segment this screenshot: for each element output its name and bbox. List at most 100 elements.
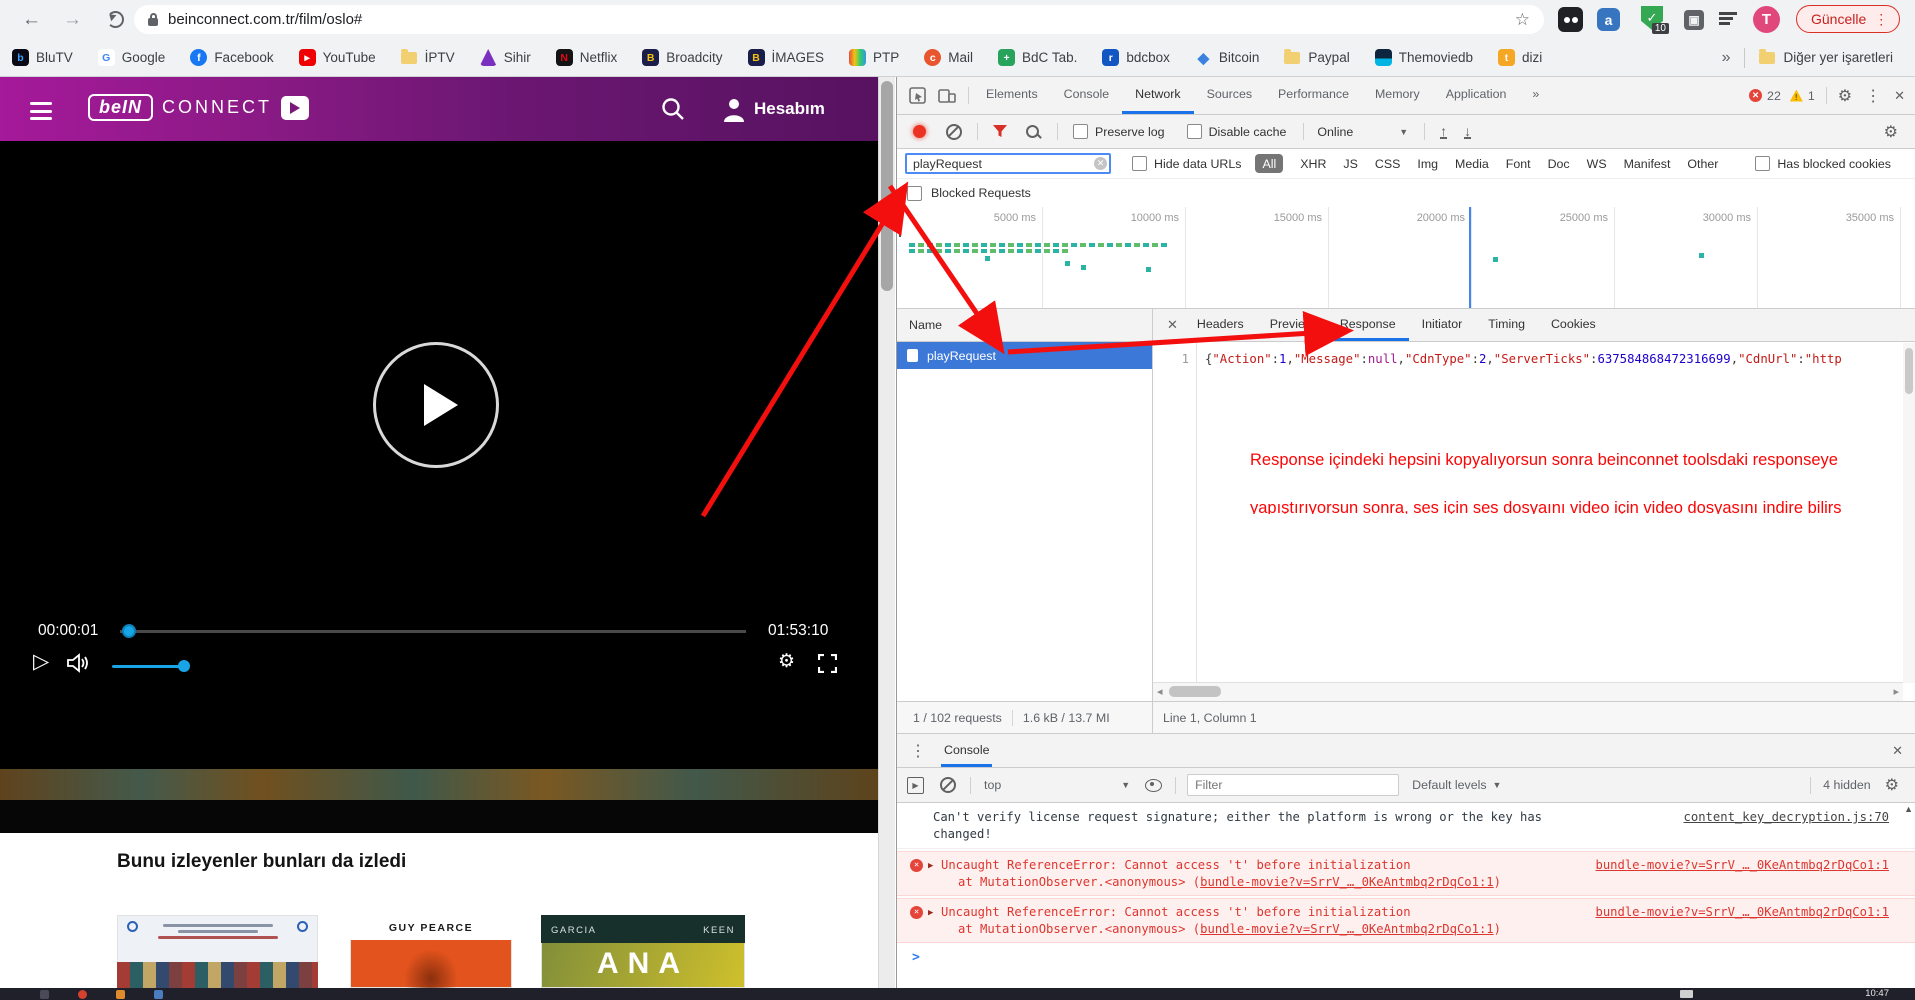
console-context-icon[interactable]: ▶ [907, 777, 924, 794]
play-control-icon[interactable]: ▷ [33, 649, 49, 674]
error-count[interactable]: 22 [1767, 89, 1781, 103]
bookmarks-overflow-icon[interactable]: » [1722, 49, 1731, 67]
clear-icon[interactable] [946, 124, 962, 140]
more-tabs-icon[interactable]: » [1519, 77, 1552, 114]
console-filter-input[interactable] [1187, 774, 1399, 796]
console-drawer-tab[interactable]: Console [941, 734, 992, 767]
update-chrome-button[interactable]: Güncelle ⋮ [1796, 5, 1900, 33]
bookmark-youtube[interactable]: ▸YouTube [299, 49, 376, 66]
type-filter-js[interactable]: JS [1343, 157, 1357, 171]
type-filter-manifest[interactable]: Manifest [1624, 157, 1671, 171]
puzzle-extensions-icon[interactable]: ▣ [1684, 10, 1704, 30]
detail-tab-cookies[interactable]: Cookies [1538, 309, 1609, 341]
lock-icon[interactable] [148, 18, 158, 26]
bookmark-sihir[interactable]: Sihir [480, 49, 531, 66]
bookmark-images[interactable]: BİMAGES [748, 49, 825, 66]
type-filter-other[interactable]: Other [1687, 157, 1718, 171]
response-vertical-scrollbar[interactable] [1903, 343, 1915, 683]
detail-tab-headers[interactable]: Headers [1184, 309, 1257, 341]
console-error-message[interactable]: ✕ ▶ bundle-movie?v=SrrV_…_0KeAntmbq2rDqC… [897, 898, 1915, 943]
related-poster-3[interactable]: GARCIA KEEN ANA [541, 915, 745, 988]
devtools-close-icon[interactable]: ✕ [1894, 88, 1905, 104]
bookmark-dizi[interactable]: tdizi [1498, 49, 1542, 66]
console-scroll-up-icon[interactable]: ▲ [1904, 804, 1913, 814]
taskbar-icon[interactable] [154, 990, 163, 999]
response-horizontal-scrollbar[interactable]: ◂ ▸ [1153, 682, 1903, 701]
video-settings-icon[interactable]: ⚙ [778, 650, 795, 673]
network-filter-input[interactable] [905, 153, 1111, 174]
expand-icon[interactable]: ▶ [928, 905, 933, 922]
network-settings-icon[interactable]: ⚙ [1884, 122, 1898, 142]
clear-filter-icon[interactable]: ✕ [1094, 157, 1107, 170]
inspect-element-icon[interactable] [909, 87, 926, 104]
type-filter-xhr[interactable]: XHR [1300, 157, 1326, 171]
bookmark-google[interactable]: GGoogle [98, 49, 166, 66]
account-label[interactable]: Hesabım [754, 99, 825, 119]
type-filter-ws[interactable]: WS [1587, 157, 1607, 171]
type-filter-font[interactable]: Font [1506, 157, 1531, 171]
tab-performance[interactable]: Performance [1265, 77, 1362, 114]
bookmark-mail[interactable]: cMail [924, 49, 973, 66]
menu-icon[interactable] [30, 102, 52, 120]
log-levels-select[interactable]: Default levels [1412, 778, 1486, 792]
export-har-icon[interactable]: ↓ [1464, 125, 1471, 139]
type-filter-media[interactable]: Media [1455, 157, 1489, 171]
bookmark-themoviedb[interactable]: Themoviedb [1375, 49, 1473, 66]
has-blocked-cookies-checkbox[interactable] [1755, 156, 1770, 171]
device-toolbar-icon[interactable] [938, 88, 956, 104]
playlist-extension-icon[interactable] [1719, 12, 1737, 26]
taskbar-icon[interactable] [78, 990, 87, 999]
preserve-log-checkbox[interactable] [1073, 124, 1088, 139]
console-close-icon[interactable]: ✕ [1892, 743, 1903, 759]
tab-elements[interactable]: Elements [973, 77, 1051, 114]
bookmark-broadcity[interactable]: BBroadcity [642, 49, 722, 66]
detail-tab-initiator[interactable]: Initiator [1409, 309, 1476, 341]
type-filter-css[interactable]: CSS [1375, 157, 1400, 171]
volume-slider[interactable] [112, 665, 184, 668]
volume-slider-knob[interactable] [178, 660, 190, 672]
bookmark-bitcoin[interactable]: ◆Bitcoin [1195, 49, 1260, 66]
import-har-icon[interactable]: ↑ [1440, 125, 1447, 139]
account-icon[interactable] [722, 96, 746, 122]
bookmark-bdcbox[interactable]: rbdcbox [1102, 49, 1170, 66]
throttling-select[interactable]: Online [1317, 125, 1353, 139]
drawer-menu-icon[interactable]: ⋮ [910, 741, 926, 761]
fullscreen-icon[interactable] [818, 654, 837, 673]
tab-memory[interactable]: Memory [1362, 77, 1433, 114]
throttling-dropdown-icon[interactable]: ▼ [1399, 127, 1408, 137]
tab-network[interactable]: Network [1122, 77, 1193, 114]
back-icon[interactable]: ← [22, 0, 41, 39]
name-column-header[interactable]: Name [897, 309, 1152, 342]
network-search-icon[interactable] [1026, 125, 1039, 138]
hide-data-urls-checkbox[interactable] [1132, 156, 1147, 171]
context-dropdown-icon[interactable]: ▼ [1121, 780, 1130, 790]
type-filter-all[interactable]: All [1255, 154, 1283, 173]
console-error-message[interactable]: ✕ ▶ bundle-movie?v=SrrV_…_0KeAntmbq2rDqC… [897, 851, 1915, 896]
stack-link[interactable]: bundle-movie?v=SrrV_…_0KeAntmbq2rDqCo1:1 [1200, 922, 1494, 936]
bein-connect-logo[interactable]: beIN CONNECT [88, 94, 309, 121]
console-log-message[interactable]: content_key_decryption.js:70 Can't verif… [897, 803, 1915, 849]
taskbar-icon[interactable] [40, 990, 49, 999]
blocked-requests-checkbox[interactable] [907, 186, 922, 201]
page-scrollbar[interactable] [878, 77, 895, 988]
bookmark-bdc-tab[interactable]: +BdC Tab. [998, 49, 1077, 66]
stack-link[interactable]: bundle-movie?v=SrrV_…_0KeAntmbq2rDqCo1:1 [1200, 875, 1494, 889]
bookmark-netflix[interactable]: NNetflix [556, 49, 618, 66]
tab-console[interactable]: Console [1051, 77, 1122, 114]
profile-avatar[interactable]: T [1753, 6, 1780, 33]
extension-icon-a[interactable]: a [1597, 8, 1620, 31]
expand-icon[interactable]: ▶ [928, 858, 933, 875]
type-filter-doc[interactable]: Doc [1548, 157, 1570, 171]
scroll-left-icon[interactable]: ◂ [1157, 685, 1163, 698]
error-source-link[interactable]: bundle-movie?v=SrrV_…_0KeAntmbq2rDqCo1:1 [1596, 904, 1890, 921]
video-play-button[interactable] [373, 342, 499, 468]
detail-close-icon[interactable]: ✕ [1161, 317, 1184, 333]
taskbar-icon[interactable] [116, 990, 125, 999]
address-bar[interactable]: beinconnect.com.tr/film/oslo# ☆ [134, 5, 1544, 34]
detail-tab-timing[interactable]: Timing [1475, 309, 1538, 341]
url-text[interactable]: beinconnect.com.tr/film/oslo# [168, 11, 362, 28]
volume-icon[interactable] [66, 653, 90, 673]
bookmark-ptp[interactable]: PTP [849, 49, 899, 66]
devtools-menu-icon[interactable]: ⋮ [1865, 86, 1881, 106]
scrollbar-thumb[interactable] [1169, 686, 1221, 697]
